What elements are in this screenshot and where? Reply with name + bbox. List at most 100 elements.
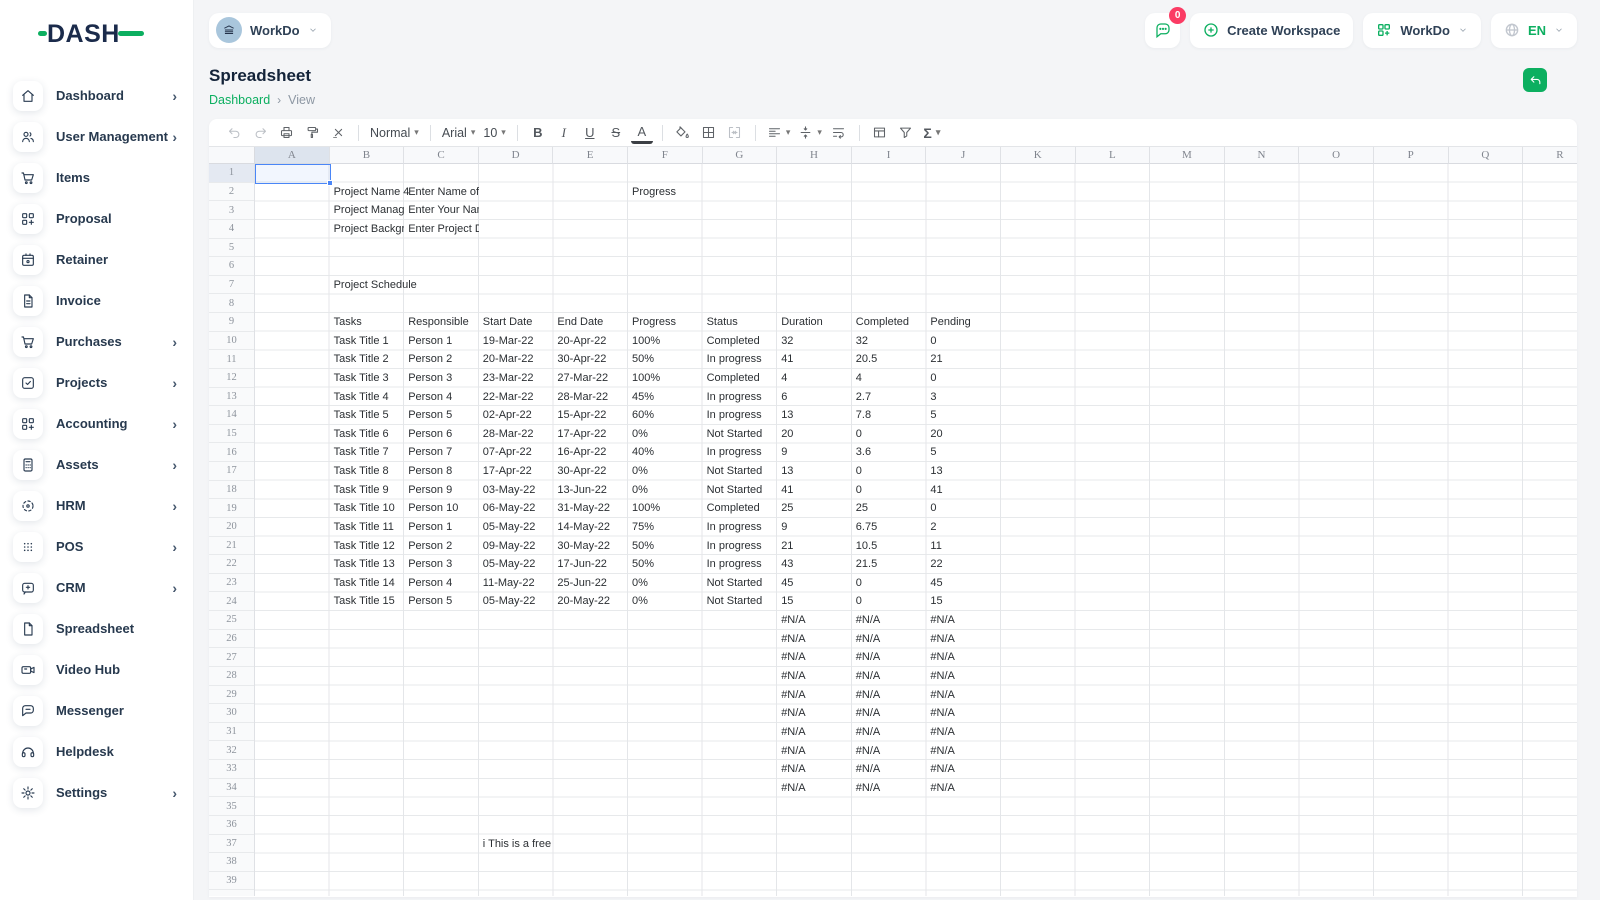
- column-header-g[interactable]: G: [703, 147, 778, 164]
- cell-I12[interactable]: 4: [852, 369, 927, 388]
- cell-B4[interactable]: Project Backgrou: [330, 220, 405, 239]
- cell-F16[interactable]: 40%: [628, 443, 703, 462]
- row-header-10[interactable]: 10: [209, 332, 254, 351]
- cell-I9[interactable]: Completed: [852, 313, 927, 332]
- cell-D18[interactable]: 03-May-22: [479, 481, 554, 500]
- cell-B17[interactable]: Task Title 8: [330, 462, 405, 481]
- clear-format-button[interactable]: [327, 122, 349, 144]
- cell-B22[interactable]: Task Title 13: [330, 555, 405, 574]
- cell-H29[interactable]: #N/A: [777, 686, 852, 705]
- sidebar-item-invoice[interactable]: Invoice: [13, 280, 183, 321]
- cell-B11[interactable]: Task Title 2: [330, 350, 405, 369]
- cell-F11[interactable]: 50%: [628, 350, 703, 369]
- cell-G22[interactable]: In progress: [703, 555, 778, 574]
- cell-J16[interactable]: 5: [926, 443, 1001, 462]
- row-header-38[interactable]: 38: [209, 853, 254, 872]
- cell-C9[interactable]: Responsible: [404, 313, 479, 332]
- sum-function-button[interactable]: Σ▾: [921, 122, 943, 144]
- column-header-l[interactable]: L: [1076, 147, 1151, 164]
- column-header-e[interactable]: E: [553, 147, 628, 164]
- cell-C2[interactable]: Enter Name of th: [404, 183, 479, 202]
- cell-C13[interactable]: Person 4: [404, 388, 479, 407]
- cell-D9[interactable]: Start Date: [479, 313, 554, 332]
- cell-I27[interactable]: #N/A: [852, 648, 927, 667]
- cell-E17[interactable]: 30-Apr-22: [553, 462, 628, 481]
- cell-I22[interactable]: 21.5: [852, 555, 927, 574]
- cell-E19[interactable]: 31-May-22: [553, 499, 628, 518]
- cell-F14[interactable]: 60%: [628, 406, 703, 425]
- cell-I34[interactable]: #N/A: [852, 779, 927, 798]
- cell-E12[interactable]: 27-Mar-22: [553, 369, 628, 388]
- cell-I25[interactable]: #N/A: [852, 611, 927, 630]
- row-header-6[interactable]: 6: [209, 257, 254, 276]
- row-header-20[interactable]: 20: [209, 518, 254, 537]
- back-button[interactable]: [1523, 68, 1547, 92]
- cell-J30[interactable]: #N/A: [926, 704, 1001, 723]
- cell-H33[interactable]: #N/A: [777, 760, 852, 779]
- paint-format-button[interactable]: [301, 122, 323, 144]
- cell-H23[interactable]: 45: [777, 574, 852, 593]
- cell-C20[interactable]: Person 1: [404, 518, 479, 537]
- column-header-i[interactable]: I: [852, 147, 927, 164]
- cell-J13[interactable]: 3: [926, 388, 1001, 407]
- print-button[interactable]: [275, 122, 297, 144]
- text-wrap-button[interactable]: [828, 122, 850, 144]
- cell-J20[interactable]: 2: [926, 518, 1001, 537]
- column-header-k[interactable]: K: [1001, 147, 1076, 164]
- cell-D10[interactable]: 19-Mar-22: [479, 332, 554, 351]
- sidebar-item-user-management[interactable]: User Management›: [13, 116, 183, 157]
- cell-H22[interactable]: 43: [777, 555, 852, 574]
- column-header-d[interactable]: D: [479, 147, 554, 164]
- cell-B24[interactable]: Task Title 15: [330, 592, 405, 611]
- cell-D14[interactable]: 02-Apr-22: [479, 406, 554, 425]
- cell-C24[interactable]: Person 5: [404, 592, 479, 611]
- row-header-13[interactable]: 13: [209, 388, 254, 407]
- cell-J17[interactable]: 13: [926, 462, 1001, 481]
- cell-J28[interactable]: #N/A: [926, 667, 1001, 686]
- row-header-18[interactable]: 18: [209, 481, 254, 500]
- filter-button[interactable]: [895, 122, 917, 144]
- merge-cells-button[interactable]: [724, 122, 746, 144]
- cell-H17[interactable]: 13: [777, 462, 852, 481]
- breadcrumb-dashboard-link[interactable]: Dashboard: [209, 93, 270, 107]
- cell-H9[interactable]: Duration: [777, 313, 852, 332]
- cell-I16[interactable]: 3.6: [852, 443, 927, 462]
- row-header-29[interactable]: 29: [209, 686, 254, 705]
- cell-G16[interactable]: In progress: [703, 443, 778, 462]
- row-header-9[interactable]: 9: [209, 313, 254, 332]
- column-header-j[interactable]: J: [926, 147, 1001, 164]
- cell-G20[interactable]: In progress: [703, 518, 778, 537]
- row-header-7[interactable]: 7: [209, 276, 254, 295]
- cell-J12[interactable]: 0: [926, 369, 1001, 388]
- cell-J26[interactable]: #N/A: [926, 630, 1001, 649]
- row-header-25[interactable]: 25: [209, 611, 254, 630]
- borders-button[interactable]: [698, 122, 720, 144]
- cell-I31[interactable]: #N/A: [852, 723, 927, 742]
- messages-button[interactable]: 0: [1145, 13, 1180, 48]
- column-header-f[interactable]: F: [628, 147, 703, 164]
- cell-D11[interactable]: 20-Mar-22: [479, 350, 554, 369]
- row-header-33[interactable]: 33: [209, 760, 254, 779]
- row-header-26[interactable]: 26: [209, 630, 254, 649]
- cell-G9[interactable]: Status: [703, 313, 778, 332]
- cell-J19[interactable]: 0: [926, 499, 1001, 518]
- cell-B16[interactable]: Task Title 7: [330, 443, 405, 462]
- cell-J22[interactable]: 22: [926, 555, 1001, 574]
- grid-select-all-corner[interactable]: [209, 147, 255, 164]
- cell-E14[interactable]: 15-Apr-22: [553, 406, 628, 425]
- cell-C16[interactable]: Person 7: [404, 443, 479, 462]
- row-header-8[interactable]: 8: [209, 294, 254, 313]
- sidebar-item-settings[interactable]: Settings›: [13, 772, 183, 813]
- row-header-3[interactable]: 3: [209, 201, 254, 220]
- sidebar-item-retainer[interactable]: Retainer: [13, 239, 183, 280]
- cell-F13[interactable]: 45%: [628, 388, 703, 407]
- column-header-p[interactable]: P: [1374, 147, 1449, 164]
- row-header-14[interactable]: 14: [209, 406, 254, 425]
- cell-J10[interactable]: 0: [926, 332, 1001, 351]
- row-header-4[interactable]: 4: [209, 220, 254, 239]
- cell-C23[interactable]: Person 4: [404, 574, 479, 593]
- cell-I28[interactable]: #N/A: [852, 667, 927, 686]
- column-header-a[interactable]: A: [255, 147, 330, 164]
- cell-I20[interactable]: 6.75: [852, 518, 927, 537]
- brand-logo[interactable]: DASH: [0, 14, 193, 67]
